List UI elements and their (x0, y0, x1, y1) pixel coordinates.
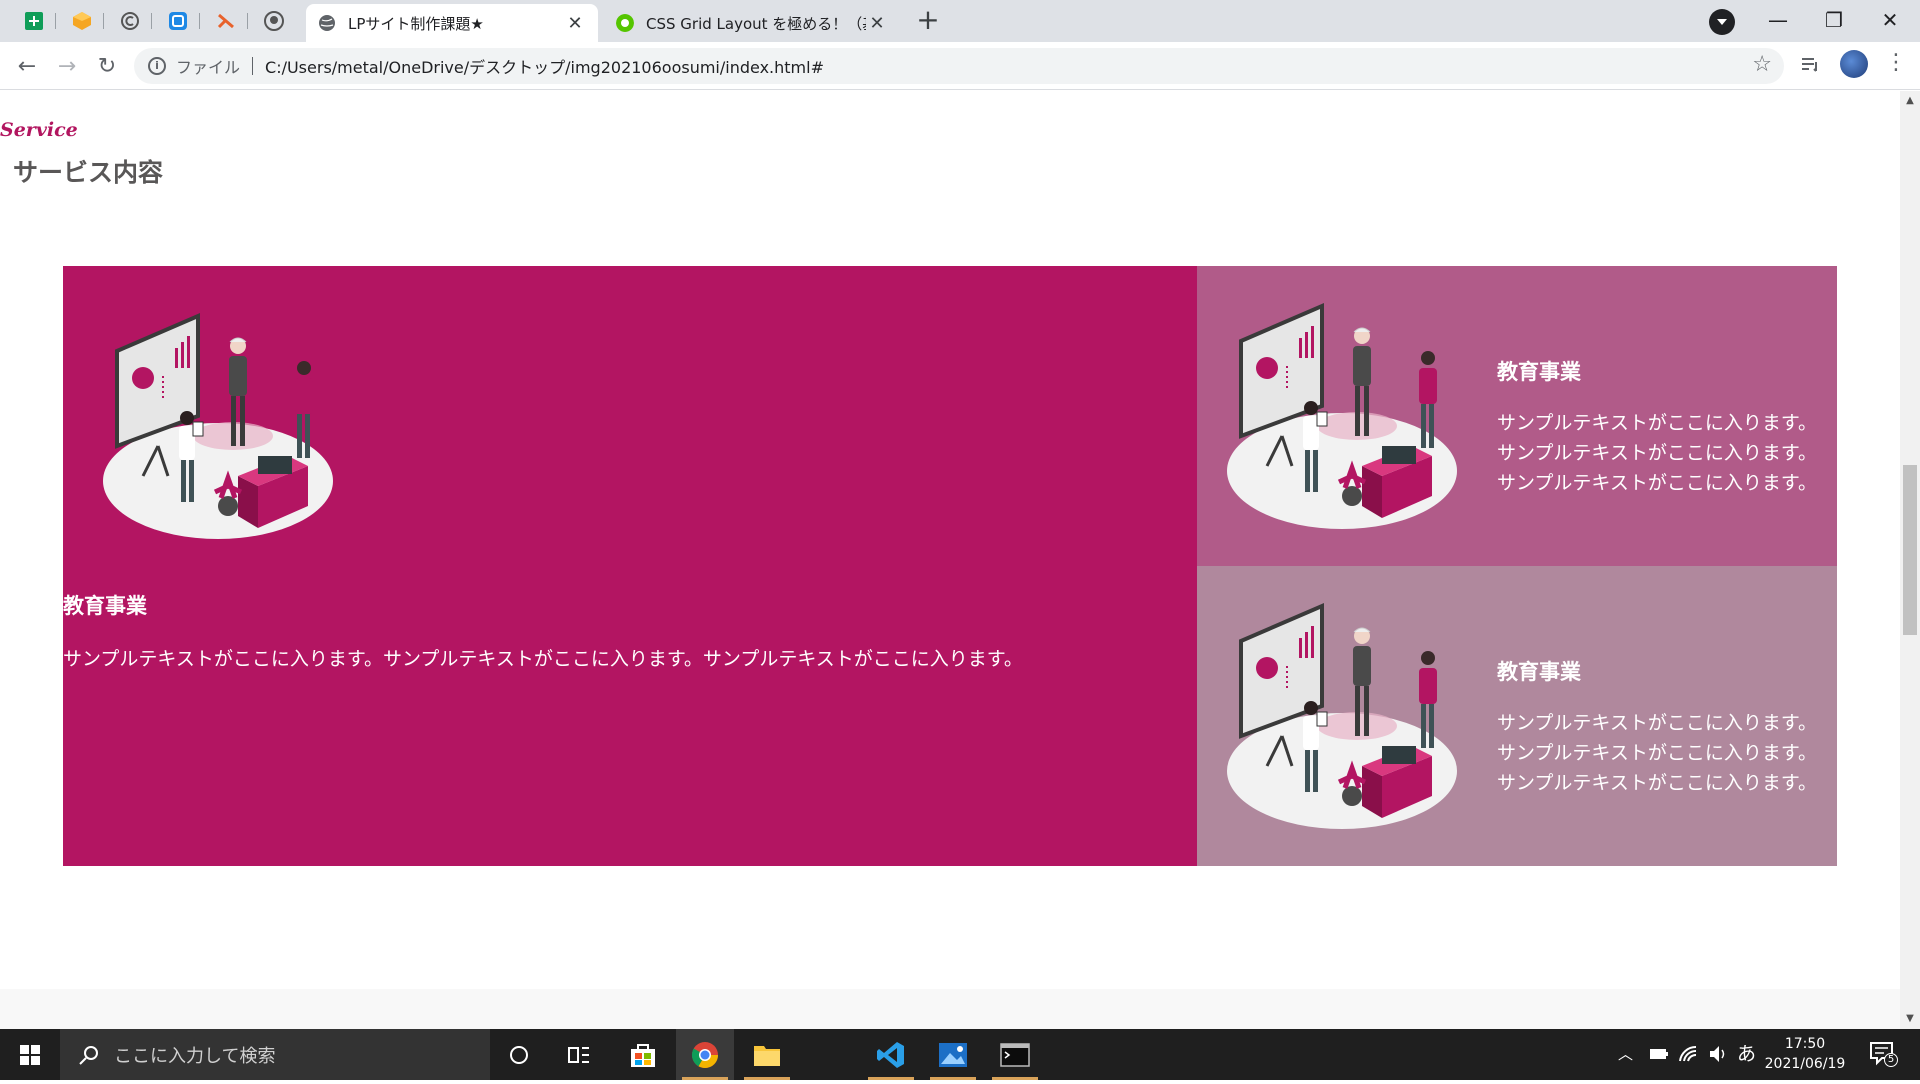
qiita-icon (616, 14, 634, 32)
service-card-side-1: 教育事業 サンプルテキストがここに入ります。 サンプルテキストがここに入ります。サ… (1197, 266, 1837, 566)
globe-icon (319, 15, 335, 31)
taskbar-photos[interactable] (924, 1029, 982, 1080)
service-card-side-2: 教育事業 サンプルテキストがここに入ります。 サンプルテキストがここに入ります。サ… (1197, 566, 1837, 866)
battery-icon[interactable] (1648, 1045, 1670, 1065)
taskbar-search[interactable]: ここに入力して検索 (60, 1029, 490, 1080)
tools-icon (217, 13, 234, 29)
taskbar-explorer[interactable] (738, 1029, 796, 1080)
pinned-tab-box[interactable] (60, 5, 104, 37)
chrome-icon (691, 1041, 719, 1068)
sheets-icon (25, 12, 43, 30)
service-description: サンプルテキストがここに入ります。サンプルテキストがここに入ります。サンプルテキ… (1497, 412, 1817, 494)
service-description: サンプルテキストがここに入ります。サンプルテキストがここに入ります。サンプルテキ… (1497, 712, 1817, 794)
browser-toolbar: ← → ↻ i ファイル C:/Users/metal/OneDrive/デスク… (0, 42, 1920, 90)
cortana-icon (510, 1045, 528, 1064)
pinned-tab-github[interactable] (252, 5, 296, 37)
minimize-button[interactable]: — (1750, 0, 1806, 40)
presentation-illustration (103, 312, 333, 539)
close-window-button[interactable]: ✕ (1862, 0, 1918, 40)
taskbar-store[interactable] (614, 1029, 672, 1080)
volume-icon[interactable] (1708, 1043, 1730, 1065)
maximize-button[interactable]: ❐ (1806, 0, 1862, 40)
presentation-illustration (1227, 302, 1457, 529)
system-clock[interactable]: 17:50 2021/06/19 (1760, 1034, 1850, 1074)
taskbar-terminal[interactable] (986, 1029, 1044, 1080)
service-card-main: 教育事業 サンプルテキストがここに入ります。サンプルテキストがここに入ります。サ… (63, 266, 1197, 866)
tab-title: CSS Grid Layout を極める！（基礎 (646, 14, 866, 33)
pinned-tab-sheets[interactable] (12, 5, 56, 37)
vertical-scrollbar[interactable]: ▲ ▼ (1900, 91, 1920, 1029)
forward-button[interactable]: → (50, 50, 84, 84)
pinned-tab-tools[interactable] (204, 5, 248, 37)
start-button[interactable] (0, 1029, 60, 1080)
c-circle-icon (121, 12, 139, 30)
app-icon (169, 12, 187, 30)
github-icon (264, 11, 284, 31)
search-placeholder: ここに入力して検索 (114, 1045, 276, 1067)
close-tab-icon[interactable]: ✕ (866, 13, 888, 34)
service-heading: 教育事業 (1497, 660, 1581, 684)
taskbar-vscode[interactable] (862, 1029, 920, 1080)
clock-time: 17:50 (1784, 1036, 1826, 1052)
address-bar[interactable]: i ファイル C:/Users/metal/OneDrive/デスクトップ/im… (134, 48, 1784, 84)
scroll-thumb[interactable] (1903, 465, 1917, 635)
section-label-en: Service (0, 119, 78, 141)
next-section-edge (0, 989, 1900, 1029)
tray-overflow-icon[interactable]: ︿ (1618, 1029, 1633, 1080)
notification-count-badge: 5 (1884, 1053, 1898, 1067)
windows-logo-icon (20, 1045, 40, 1065)
store-icon (631, 1043, 655, 1067)
service-grid: 教育事業 サンプルテキストがここに入ります。サンプルテキストがここに入ります。サ… (63, 266, 1837, 866)
new-tab-button[interactable]: + (910, 6, 946, 36)
task-view-icon (568, 1046, 589, 1063)
scroll-up-arrow[interactable]: ▲ (1900, 95, 1920, 106)
bookmark-star-icon[interactable]: ☆ (1752, 52, 1772, 77)
reload-button[interactable]: ↻ (90, 50, 124, 84)
windows-taskbar: ここに入力して検索 ︿ あ 17:50 2021/06/19 5 (0, 1029, 1920, 1080)
reading-list-icon[interactable] (1800, 54, 1822, 76)
menu-icon[interactable]: ⋮ (1885, 50, 1907, 75)
scroll-down-arrow[interactable]: ▼ (1900, 1013, 1920, 1024)
service-heading: 教育事業 (1497, 360, 1581, 384)
pinned-tab-app[interactable] (156, 5, 200, 37)
terminal-icon (1000, 1042, 1030, 1067)
profile-avatar[interactable] (1840, 50, 1868, 78)
presentation-illustration (1227, 602, 1457, 829)
scheme-label: ファイル (176, 58, 241, 77)
service-heading: 教育事業 (63, 594, 147, 618)
ime-indicator[interactable]: あ (1737, 1029, 1756, 1080)
taskbar-chrome[interactable] (676, 1029, 734, 1080)
back-button[interactable]: ← (10, 50, 44, 84)
task-view-button[interactable] (550, 1029, 608, 1080)
search-icon (79, 1045, 98, 1065)
page-viewport: Service サービス内容 教育事業 サンプルテキストがここに入ります。サンプ… (0, 91, 1900, 1029)
folder-icon (754, 1045, 780, 1066)
clock-date: 2021/06/19 (1764, 1056, 1846, 1072)
photos-icon (939, 1042, 967, 1067)
divider (252, 57, 254, 75)
url-text[interactable]: C:/Users/metal/OneDrive/デスクトップ/img202106… (265, 54, 824, 78)
vscode-icon (877, 1041, 904, 1068)
network-icon[interactable] (1678, 1043, 1700, 1065)
tab-css-grid[interactable]: CSS Grid Layout を極める！（基礎 ✕ (604, 4, 900, 42)
info-icon[interactable]: i (148, 57, 166, 75)
tab-lp-assignment[interactable]: LPサイト制作課題★ ✕ (306, 4, 598, 42)
pinned-tab-copyright[interactable] (108, 5, 152, 37)
tab-title: LPサイト制作課題★ (348, 14, 484, 33)
tab-strip: LPサイト制作課題★ ✕ CSS Grid Layout を極める！（基礎 ✕ … (0, 0, 1920, 42)
cortana-button[interactable] (490, 1029, 548, 1080)
notification-center-button[interactable]: 5 (1868, 1039, 1898, 1069)
section-title: サービス内容 (13, 158, 164, 187)
box-icon (73, 12, 91, 30)
service-description: サンプルテキストがここに入ります。サンプルテキストがここに入ります。サンプルテキ… (63, 648, 1023, 670)
tab-search-icon[interactable] (1709, 9, 1735, 35)
close-tab-icon[interactable]: ✕ (564, 13, 586, 34)
